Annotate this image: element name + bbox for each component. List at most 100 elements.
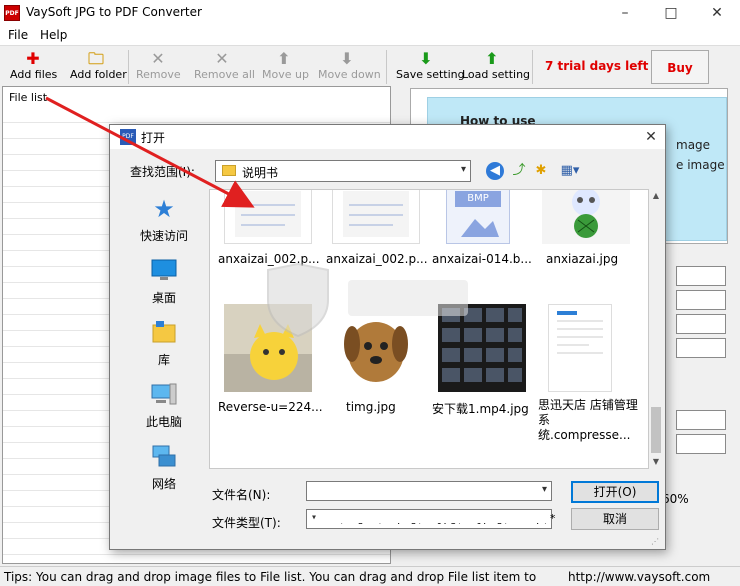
maximize-button[interactable]: □: [648, 0, 694, 26]
library-icon: [149, 319, 179, 347]
app-pdf-icon: PDF: [4, 5, 20, 21]
add-folder-button[interactable]: 🗀 Add folder: [70, 49, 127, 86]
chevron-down-icon[interactable]: ▾: [542, 484, 547, 495]
status-bar: Tips: You can drag and drop image files …: [0, 566, 740, 586]
file-name: anxaizai_002.p...: [326, 252, 428, 266]
file-item[interactable]: 思迅天店 店铺管理系统.compresse...: [536, 302, 638, 442]
scroll-down-icon[interactable]: ▼: [649, 455, 663, 469]
desktop-icon: [149, 257, 179, 285]
file-item[interactable]: anxaizai_002.p...: [218, 190, 320, 290]
chevron-down-icon: ▾: [460, 164, 466, 175]
file-item[interactable]: Reverse-u=224...: [218, 302, 323, 432]
place-quick-access[interactable]: ★ 快速访问: [120, 195, 208, 255]
file-item[interactable]: timg.jpg: [326, 302, 426, 432]
document-thumbnail: [224, 190, 312, 244]
file-browser-pane[interactable]: anxaizai_002.p... anxaizai_002.p... BMP …: [209, 189, 649, 469]
remove-all-x-icon: ✕: [215, 49, 229, 68]
website-link[interactable]: http://www.vaysoft.com: [560, 570, 740, 584]
open-file-dialog: PDF 打开 ✕ 查找范围(I): 说明书 ▾ ◀ ⤴ ✱ ▦▾ ★ 快速访问 …: [109, 124, 666, 550]
remove-all-button[interactable]: ✕ Remove all: [194, 49, 255, 86]
upload-icon: ⬆: [485, 49, 499, 68]
place-network[interactable]: 网络: [120, 443, 208, 503]
file-name-input[interactable]: ▾: [306, 481, 552, 501]
load-setting-button[interactable]: ⬆ Load setting: [462, 49, 530, 86]
setting-field[interactable]: [676, 434, 726, 454]
file-type-select[interactable]: All (*.gif;*.png;*.jpg;*.jpeg;*.bmp;* ▾: [306, 509, 556, 529]
toolbar-separator: [128, 50, 129, 84]
back-icon[interactable]: ◀: [486, 162, 504, 180]
image-thumbnail: [542, 190, 630, 244]
open-button[interactable]: 打开(O): [571, 481, 659, 503]
note-text-line: mage: [676, 138, 711, 152]
scroll-thumb[interactable]: [651, 407, 661, 453]
vertical-scrollbar[interactable]: ▲ ▼: [649, 189, 663, 469]
file-name: 思迅天店 店铺管理系统.compresse...: [538, 398, 638, 442]
view-menu-icon[interactable]: ▦▾: [556, 162, 584, 180]
look-in-combo[interactable]: 说明书 ▾: [215, 160, 471, 182]
trial-days-label: 7 trial days left: [545, 59, 649, 73]
cancel-button[interactable]: 取消: [571, 508, 659, 530]
up-folder-icon[interactable]: ⤴: [510, 162, 528, 180]
dialog-close-button[interactable]: ✕: [641, 127, 661, 147]
place-libraries[interactable]: 库: [120, 319, 208, 379]
resize-grip-icon[interactable]: ⋰: [651, 537, 663, 549]
new-folder-icon[interactable]: ✱: [532, 162, 550, 180]
places-bar: ★ 快速访问 桌面 库 此电脑 网络: [120, 189, 208, 535]
save-setting-button[interactable]: ⬇ Save setting: [396, 49, 465, 86]
dialog-title: 打开: [141, 131, 166, 145]
file-name: Reverse-u=224...: [218, 400, 323, 414]
scroll-up-icon[interactable]: ▲: [649, 189, 663, 203]
file-name: anxaizai-014.b...: [432, 252, 532, 266]
buy-now-button[interactable]: Buy now: [651, 50, 709, 109]
document-thumbnail: [548, 304, 612, 392]
computer-icon: [149, 381, 179, 409]
move-up-button[interactable]: ⬆ Move up: [262, 49, 309, 86]
close-button[interactable]: ✕: [694, 0, 740, 26]
image-thumbnail: [332, 304, 420, 392]
window-title: VaySoft JPG to PDF Converter: [26, 5, 202, 19]
file-name-label: 文件名(N):: [212, 488, 271, 502]
move-down-button[interactable]: ⬇ Move down: [318, 50, 381, 86]
plus-icon: ✚: [26, 49, 40, 68]
setting-field[interactable]: [676, 314, 726, 334]
file-name: 安下载1.mp4.jpg: [432, 402, 529, 416]
file-list-header: File list: [9, 91, 48, 104]
minimize-button[interactable]: –: [602, 0, 648, 26]
setting-field[interactable]: [676, 410, 726, 430]
note-text-line: e image: [676, 158, 725, 172]
remove-button[interactable]: ✕ Remove: [136, 49, 181, 86]
download-icon: ⬇: [419, 49, 433, 68]
menu-file[interactable]: File: [8, 28, 28, 42]
file-item[interactable]: anxaizai_002.p...: [326, 190, 428, 290]
title-bar: PDF VaySoft JPG to PDF Converter – □ ✕: [0, 0, 740, 26]
bmp-file-thumbnail: BMP: [446, 190, 510, 244]
look-in-label: 查找范围(I):: [130, 165, 195, 179]
network-icon: [149, 443, 179, 471]
document-thumbnail: [332, 190, 420, 244]
menu-help[interactable]: Help: [40, 28, 67, 42]
video-thumbnail: [438, 304, 526, 392]
place-desktop[interactable]: 桌面: [120, 257, 208, 317]
file-item[interactable]: 安下载1.mp4.jpg: [432, 302, 532, 432]
chevron-down-icon[interactable]: ▾: [311, 512, 547, 523]
quality-percent: 60%: [662, 492, 689, 506]
file-name: anxiazai.jpg: [546, 252, 619, 266]
tips-text: Tips: You can drag and drop image files …: [4, 570, 537, 584]
folder-add-icon: 🗀: [87, 49, 104, 68]
setting-field[interactable]: [676, 338, 726, 358]
menu-bar: File Help: [0, 26, 740, 46]
dialog-app-icon: PDF: [120, 129, 136, 145]
file-type-label: 文件类型(T):: [212, 516, 281, 530]
file-item[interactable]: BMP anxaizai-014.b...: [432, 190, 532, 290]
dialog-title-bar: PDF 打开 ✕: [110, 125, 665, 149]
file-item[interactable]: anxiazai.jpg: [536, 190, 636, 290]
toolbar-separator: [386, 50, 387, 84]
add-files-button[interactable]: ✚ Add files: [10, 49, 57, 86]
place-this-pc[interactable]: 此电脑: [120, 381, 208, 441]
setting-field[interactable]: [676, 266, 726, 286]
arrow-up-icon: ⬆: [277, 49, 291, 68]
remove-x-icon: ✕: [151, 49, 165, 68]
look-in-value: 说明书: [242, 166, 279, 180]
toolbar-separator: [532, 50, 533, 84]
setting-field[interactable]: [676, 290, 726, 310]
